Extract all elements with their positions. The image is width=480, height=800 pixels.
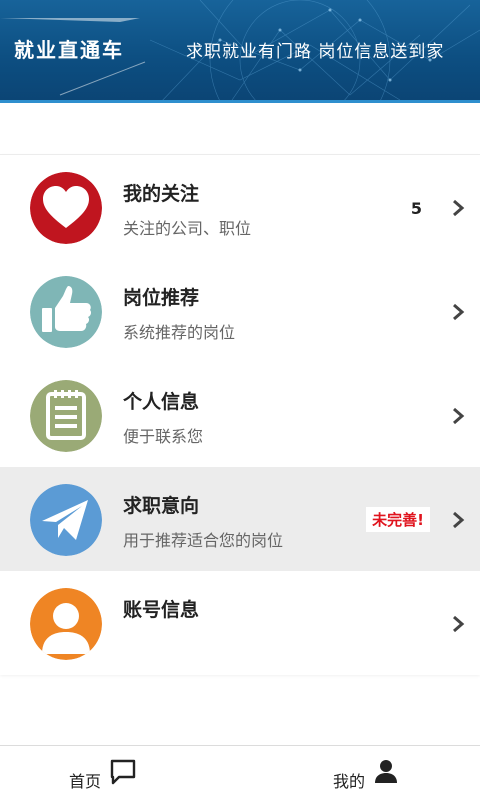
notepad-icon: [30, 380, 102, 452]
person-icon: [375, 760, 397, 783]
menu-item-personal-info[interactable]: 个人信息 便于联系您: [0, 363, 480, 467]
thumbs-up-icon: [30, 276, 102, 348]
chevron-right-icon: [453, 407, 465, 425]
menu-item-account-info[interactable]: 账号信息: [0, 571, 480, 675]
incomplete-badge: 未完善!: [366, 507, 430, 532]
user-icon: [30, 588, 102, 660]
menu-item-title: 岗位推荐: [123, 287, 200, 309]
profile-menu: 我的关注 关注的公司、职位 5 岗位推荐 系统推荐的岗位 个人信息 便于联系您 …: [0, 154, 480, 675]
menu-item-job-recommend[interactable]: 岗位推荐 系统推荐的岗位: [0, 259, 480, 363]
chat-bubble-icon: [110, 759, 136, 785]
chevron-right-icon: [453, 199, 465, 217]
header-banner: 就业直通车 求职就业有门路 岗位信息送到家: [0, 0, 480, 103]
menu-item-title: 我的关注: [123, 183, 200, 205]
menu-item-favorites[interactable]: 我的关注 关注的公司、职位 5: [0, 155, 480, 259]
app-title: 就业直通车: [14, 38, 124, 62]
favorites-count: 5: [410, 199, 422, 218]
menu-item-title: 账号信息: [123, 599, 200, 621]
nav-home-label: 首页: [69, 772, 102, 791]
menu-item-job-intention[interactable]: 求职意向 用于推荐适合您的岗位 未完善!: [0, 467, 480, 571]
menu-item-title: 个人信息: [123, 391, 200, 413]
chevron-right-icon: [453, 303, 465, 321]
menu-item-subtitle: 用于推荐适合您的岗位: [123, 531, 284, 550]
banner-bottom-line: [0, 100, 480, 103]
app-slogan: 求职就业有门路 岗位信息送到家: [186, 42, 445, 62]
chevron-right-icon: [453, 511, 465, 529]
nav-mine-label: 我的: [333, 772, 366, 791]
chevron-right-icon: [453, 615, 465, 633]
paper-plane-icon: [30, 484, 102, 556]
menu-item-title: 求职意向: [123, 495, 200, 517]
heart-icon: [30, 172, 102, 244]
menu-item-subtitle: 便于联系您: [123, 427, 204, 446]
menu-item-subtitle: 系统推荐的岗位: [123, 323, 236, 342]
menu-item-subtitle: 关注的公司、职位: [123, 219, 252, 238]
bottom-navigation: 首页 我的: [0, 745, 480, 800]
